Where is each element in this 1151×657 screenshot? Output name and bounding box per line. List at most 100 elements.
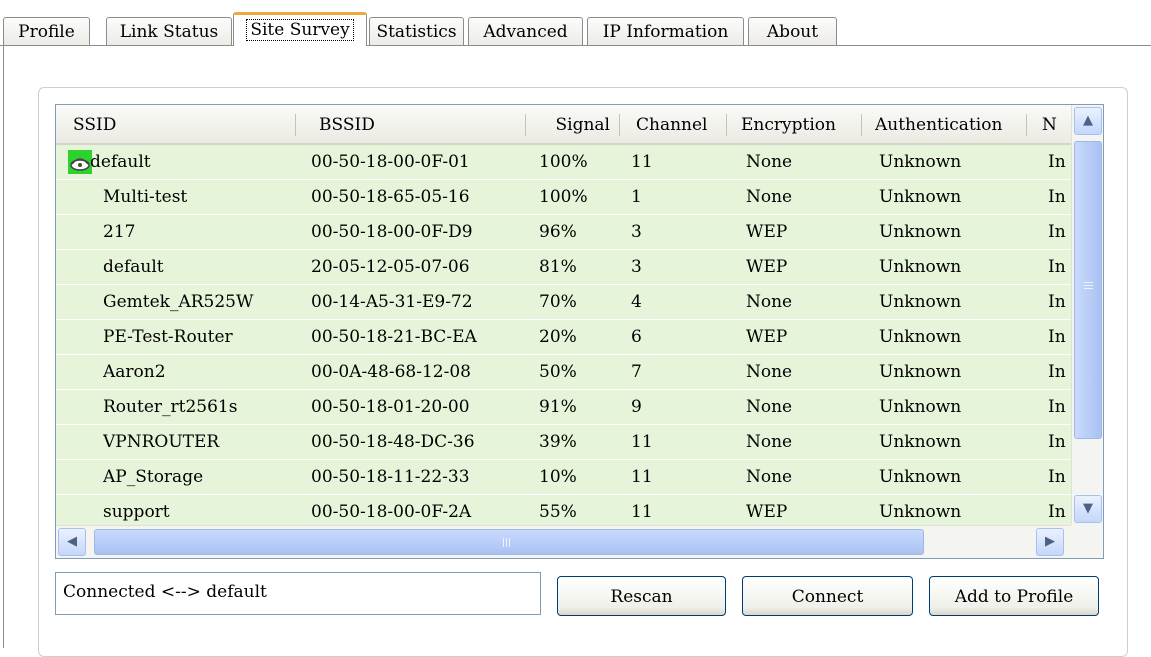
cell-authentication: Unknown (879, 152, 962, 172)
cell-encryption: None (746, 152, 793, 172)
table-row[interactable]: 217 00-50-18-00-0F-D9 96% 3 WEP Unknown In (56, 215, 1071, 250)
cell-encryption: None (746, 467, 793, 487)
tab-advanced[interactable]: Advanced (468, 17, 583, 45)
cell-ssid: 217 (103, 222, 136, 242)
cell-network: In (1048, 467, 1066, 487)
cell-ssid: default (103, 257, 164, 277)
table-row[interactable]: default 20-05-12-05-07-06 81% 3 WEP Unknown In (56, 250, 1071, 285)
table-row[interactable]: PE-Test-Router 00-50-18-21-BC-EA 20% 6 WEP Un… (56, 320, 1071, 355)
cell-network: In (1048, 222, 1066, 242)
cell-bssid: 00-0A-48-68-12-08 (311, 362, 471, 382)
cell-signal: 91% (539, 397, 577, 417)
cell-network: In (1048, 187, 1066, 207)
tab-profile[interactable]: Profile (3, 17, 90, 45)
column-header-authentication[interactable]: Authentication (875, 105, 1015, 143)
cell-encryption: None (746, 292, 793, 312)
chevron-left-icon: ◀ (67, 534, 77, 549)
cell-channel: 11 (631, 152, 653, 172)
chevron-down-icon: ▼ (1083, 501, 1093, 516)
cell-signal: 100% (539, 187, 588, 207)
cell-encryption: None (746, 432, 793, 452)
cell-bssid: 00-50-18-11-22-33 (311, 467, 470, 487)
table-row[interactable]: Gemtek_AR525W 00-14-A5-31-E9-72 70% 4 None Un… (56, 285, 1071, 320)
column-header-encryption[interactable]: Encryption (741, 105, 856, 143)
list-rows: default 00-50-18-00-0F-01 100% 11 None Unknow… (56, 145, 1071, 530)
cell-signal: 10% (539, 467, 577, 487)
cell-bssid: 00-50-18-00-0F-D9 (311, 222, 473, 242)
cell-authentication: Unknown (879, 362, 962, 382)
list-header: SSID BSSID Signal Channel Encryption Aut… (56, 105, 1071, 145)
connect-button[interactable]: Connect (742, 576, 913, 616)
table-row[interactable]: Multi-test 00-50-18-65-05-16 100% 1 None Unkn… (56, 180, 1071, 215)
chevron-right-icon: ▶ (1045, 534, 1055, 549)
column-header-signal[interactable]: Signal (540, 105, 611, 143)
table-row[interactable]: default 00-50-18-00-0F-01 100% 11 None Unknow… (56, 145, 1071, 180)
table-row[interactable]: Router_rt2561s 00-50-18-01-20-00 91% 9 None U… (56, 390, 1071, 425)
cell-bssid: 00-50-18-21-BC-EA (311, 327, 477, 347)
cell-ssid: Multi-test (103, 187, 188, 207)
site-survey-list[interactable]: SSID BSSID Signal Channel Encryption Aut… (55, 104, 1104, 559)
vertical-scrollbar[interactable]: ▲ ▼ (1071, 105, 1103, 525)
horizontal-scroll-thumb[interactable] (94, 529, 924, 555)
cell-channel: 7 (631, 362, 642, 382)
cell-encryption: None (746, 187, 793, 207)
cell-network: In (1048, 432, 1066, 452)
cell-bssid: 20-05-12-05-07-06 (311, 257, 470, 277)
scroll-down-button[interactable]: ▼ (1074, 495, 1102, 523)
cell-bssid: 00-50-18-01-20-00 (311, 397, 470, 417)
cell-network: In (1048, 327, 1066, 347)
chevron-up-icon: ▲ (1083, 113, 1093, 128)
cell-bssid: 00-50-18-48-DC-36 (311, 432, 475, 452)
table-row[interactable]: AP_Storage 00-50-18-11-22-33 10% 11 None Unkn… (56, 460, 1071, 495)
scrollbar-corner (1071, 525, 1103, 558)
cell-channel: 9 (631, 397, 642, 417)
tab-site-survey[interactable]: Site Survey (233, 12, 367, 46)
tab-about[interactable]: About (748, 17, 837, 45)
column-header-bssid[interactable]: BSSID (319, 105, 519, 143)
cell-signal: 50% (539, 362, 577, 382)
cell-authentication: Unknown (879, 257, 962, 277)
scroll-up-button[interactable]: ▲ (1074, 107, 1102, 135)
vertical-scroll-thumb[interactable] (1074, 141, 1102, 439)
tab-ip-information[interactable]: IP Information (587, 17, 744, 45)
cell-bssid: 00-50-18-65-05-16 (311, 187, 470, 207)
cell-ssid: default (90, 152, 151, 172)
scroll-right-button[interactable]: ▶ (1036, 528, 1064, 556)
tab-page-border (3, 46, 4, 648)
tab-link-status[interactable]: Link Status (106, 17, 232, 45)
cell-encryption: None (746, 362, 793, 382)
cell-authentication: Unknown (879, 397, 962, 417)
cell-authentication: Unknown (879, 467, 962, 487)
table-row[interactable]: VPNROUTER 00-50-18-48-DC-36 39% 11 None Unkno… (56, 425, 1071, 460)
table-row[interactable]: Aaron2 00-0A-48-68-12-08 50% 7 None Unknown In (56, 355, 1071, 390)
cell-authentication: Unknown (879, 327, 962, 347)
horizontal-scrollbar[interactable]: ◀ ▶ (56, 525, 1071, 558)
cell-signal: 100% (539, 152, 588, 172)
cell-signal: 39% (539, 432, 577, 452)
cell-ssid: Aaron2 (103, 362, 166, 382)
column-header-network[interactable]: N (1042, 105, 1070, 143)
cell-channel: 3 (631, 257, 642, 277)
cell-channel: 11 (631, 432, 653, 452)
cell-ssid: AP_Storage (103, 467, 204, 487)
cell-authentication: Unknown (879, 187, 962, 207)
cell-authentication: Unknown (879, 222, 962, 242)
rescan-button[interactable]: Rescan (557, 576, 726, 616)
tab-bar: Profile Link Status Site Survey Statisti… (0, 8, 1151, 46)
connection-status: Connected <--> default (55, 572, 541, 615)
cell-encryption: WEP (746, 327, 788, 347)
cell-encryption: WEP (746, 222, 788, 242)
column-header-channel[interactable]: Channel (636, 105, 716, 143)
add-to-profile-button[interactable]: Add to Profile (929, 576, 1099, 616)
cell-channel: 3 (631, 222, 642, 242)
scroll-left-button[interactable]: ◀ (58, 528, 86, 556)
cell-signal: 20% (539, 327, 577, 347)
cell-ssid: Gemtek_AR525W (103, 292, 254, 312)
tab-statistics[interactable]: Statistics (369, 17, 464, 45)
cell-network: In (1048, 292, 1066, 312)
cell-network: In (1048, 362, 1066, 382)
column-header-ssid[interactable]: SSID (73, 105, 298, 143)
cell-signal: 81% (539, 257, 577, 277)
cell-bssid: 00-14-A5-31-E9-72 (311, 292, 473, 312)
cell-channel: 11 (631, 467, 653, 487)
